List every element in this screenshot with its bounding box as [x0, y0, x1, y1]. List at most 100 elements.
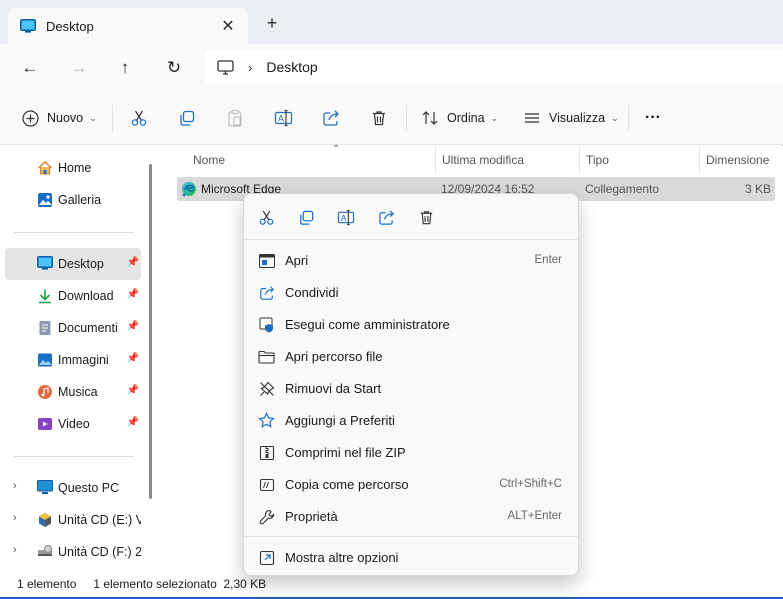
menu-item-run-as-admin[interactable]: Esegui come amministratore: [248, 308, 574, 340]
command-bar: Nuovo ⌄ A Ordina ⌄ Visualizza ⌄ ···: [0, 91, 783, 145]
copy-icon: [298, 209, 315, 226]
back-button[interactable]: ←: [18, 56, 42, 80]
rename-icon: A: [274, 109, 293, 127]
forward-button[interactable]: →: [67, 56, 91, 80]
toolbar-divider: [406, 105, 407, 131]
address-bar[interactable]: › Desktop: [205, 50, 783, 84]
menu-item-copy-as-path[interactable]: Copia come percorso Ctrl+Shift+C: [248, 468, 574, 500]
cd-drive-icon: [37, 512, 53, 528]
pin-icon[interactable]: 📌: [127, 321, 139, 332]
pin-icon[interactable]: 📌: [127, 353, 139, 364]
unpin-icon: [258, 380, 275, 397]
menu-item-open-file-location[interactable]: Apri percorso file: [248, 340, 574, 372]
new-button-label: Nuovo: [47, 111, 84, 125]
sidebar-item-label: Desktop: [58, 257, 104, 271]
menu-item-properties[interactable]: Proprietà ALT+Enter: [248, 500, 574, 532]
sidebar-item-label: Questo PC: [58, 481, 120, 495]
pin-icon[interactable]: 📌: [127, 385, 139, 396]
menu-item-show-more-options[interactable]: Mostra altre opzioni: [248, 541, 574, 573]
column-header-size[interactable]: Dimensione: [699, 146, 783, 174]
breadcrumb-separator: ›: [248, 59, 253, 75]
scissors-icon: [130, 109, 148, 127]
menu-item-share[interactable]: Condividi: [248, 276, 574, 308]
pin-icon[interactable]: 📌: [127, 289, 139, 300]
column-header-label: Ultima modifica: [442, 153, 525, 167]
column-header-type[interactable]: Tipo: [579, 146, 699, 174]
tab-desktop[interactable]: Desktop ✕: [8, 8, 248, 44]
chevron-right-icon[interactable]: ›: [13, 480, 17, 492]
share-button[interactable]: [322, 106, 340, 130]
sidebar-item-gallery[interactable]: Galleria: [5, 184, 141, 216]
svg-text:A: A: [341, 212, 347, 222]
pin-icon[interactable]: 📌: [127, 417, 139, 428]
copy-button[interactable]: [178, 106, 196, 130]
context-rename-button[interactable]: A: [336, 207, 356, 227]
chevron-down-icon: ⌄: [490, 112, 499, 123]
desktop-icon: [20, 19, 36, 33]
trash-icon: [418, 209, 435, 226]
sidebar-scrollbar[interactable]: [149, 164, 152, 499]
menu-item-shortcut: ALT+Enter: [507, 510, 562, 522]
chevron-right-icon[interactable]: ›: [13, 544, 17, 556]
menu-item-compress-zip[interactable]: Comprimi nel file ZIP: [248, 436, 574, 468]
paste-button[interactable]: [226, 106, 244, 130]
column-header-label: Dimensione: [706, 153, 770, 167]
new-tab-button[interactable]: +: [262, 14, 282, 32]
status-item-count: 1 elemento: [17, 577, 77, 591]
sidebar-item-desktop[interactable]: Desktop 📌: [5, 248, 141, 280]
context-copy-button[interactable]: [296, 207, 316, 227]
sort-ascending-icon: ⌃: [332, 144, 341, 155]
sidebar-item-cd-drive-f[interactable]: › Unità CD (F:) 20: [5, 536, 141, 568]
up-button[interactable]: ↑: [113, 56, 137, 80]
context-cut-button[interactable]: [256, 207, 276, 227]
edge-icon: [181, 181, 197, 197]
menu-item-open[interactable]: Apri Enter: [248, 244, 574, 276]
menu-item-unpin-start[interactable]: Rimuovi da Start: [248, 372, 574, 404]
delete-button[interactable]: [370, 106, 388, 130]
pin-icon[interactable]: 📌: [127, 257, 139, 268]
column-header-modified[interactable]: Ultima modifica: [435, 146, 579, 174]
navigation-bar: ← → ↑ ↻ › Desktop: [0, 44, 783, 91]
menu-item-label: Proprietà: [285, 509, 338, 524]
cut-button[interactable]: [130, 106, 148, 130]
quick-actions-row: A: [244, 194, 578, 240]
menu-item-add-favorites[interactable]: Aggiungi a Preferiti: [248, 404, 574, 436]
view-button[interactable]: Visualizza ⌄: [523, 106, 619, 130]
sidebar-item-documents[interactable]: Documenti 📌: [5, 312, 141, 344]
plus-circle-icon: [22, 109, 39, 127]
menu-item-label: Comprimi nel file ZIP: [285, 445, 406, 460]
sidebar-item-this-pc[interactable]: › Questo PC: [5, 472, 141, 504]
column-header-name[interactable]: Nome ⌃: [187, 144, 435, 174]
star-icon: [258, 412, 275, 429]
context-share-button[interactable]: [376, 207, 396, 227]
sidebar-item-label: Download: [58, 289, 114, 303]
sidebar-item-video[interactable]: Video 📌: [5, 408, 141, 440]
sidebar-item-cd-drive-e[interactable]: › Unità CD (E:) Vir: [5, 504, 141, 536]
sidebar-item-pictures[interactable]: Immagini 📌: [5, 344, 141, 376]
sort-button[interactable]: Ordina ⌄: [421, 106, 498, 130]
close-tab-icon[interactable]: ✕: [218, 16, 238, 36]
sidebar-item-label: Immagini: [58, 353, 109, 367]
copy-icon: [178, 109, 196, 127]
breadcrumb-desktop[interactable]: Desktop: [266, 59, 317, 75]
desktop-icon: [37, 256, 53, 272]
new-button[interactable]: Nuovo ⌄: [22, 106, 97, 130]
sort-icon: [421, 109, 439, 127]
view-list-icon: [523, 109, 541, 127]
sidebar-item-download[interactable]: Download 📌: [5, 280, 141, 312]
more-options-button[interactable]: ···: [645, 106, 661, 130]
sidebar-item-home[interactable]: Home: [5, 152, 141, 184]
tab-bar: Desktop ✕ +: [0, 0, 783, 44]
rename-button[interactable]: A: [274, 106, 293, 130]
chevron-right-icon[interactable]: ›: [13, 512, 17, 524]
menu-item-shortcut: Ctrl+Shift+C: [499, 478, 562, 490]
monitor-icon: [217, 59, 234, 75]
sidebar-divider: [14, 232, 134, 233]
refresh-button[interactable]: ↻: [162, 56, 186, 80]
sidebar-item-music[interactable]: Musica 📌: [5, 376, 141, 408]
open-icon: [258, 252, 275, 269]
chevron-down-icon: ⌄: [611, 112, 619, 123]
sidebar-item-label: Video: [58, 417, 90, 431]
menu-item-label: Rimuovi da Start: [285, 381, 382, 396]
context-delete-button[interactable]: [416, 207, 436, 227]
